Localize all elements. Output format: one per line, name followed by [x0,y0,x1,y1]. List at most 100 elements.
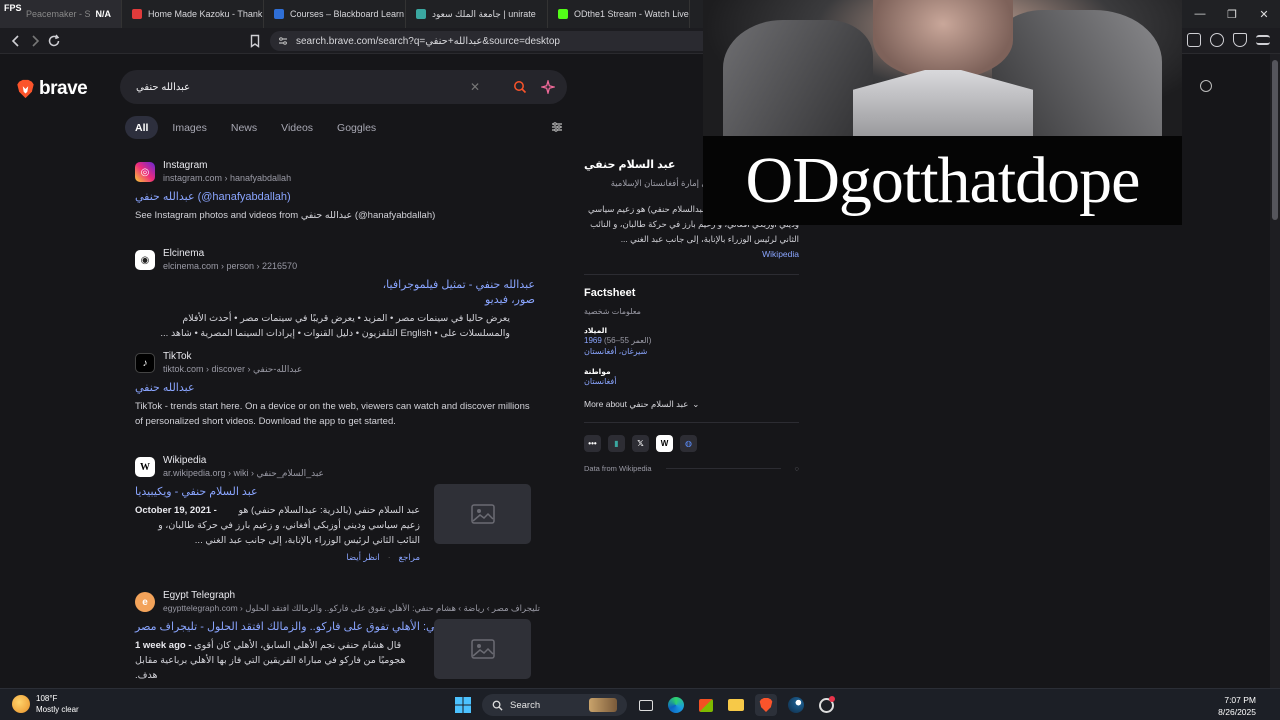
bookmark-icon[interactable] [247,33,263,49]
unirate-icon [416,9,426,19]
tab-images[interactable]: Images [162,116,216,139]
result-thumbnail[interactable] [434,484,531,544]
result-snippet: See Instagram photos and videos from عبد… [135,210,436,221]
brave-lion-icon [17,79,34,99]
store-icon[interactable] [695,694,717,716]
edge-icon[interactable] [665,694,687,716]
divider [584,274,799,275]
result-url[interactable]: instagram.com › hanafyabdallah [163,172,291,184]
back-icon[interactable] [8,33,24,49]
wallet-icon[interactable] [1187,33,1201,47]
tab-goggles[interactable]: Goggles [327,116,386,139]
wikipedia-link-icon[interactable]: W [656,435,673,452]
tab-videos[interactable]: Videos [271,116,323,139]
sublink-references[interactable]: مراجع [399,552,420,563]
tab-label: Home Made Kazoku - Thank Yo [148,9,264,19]
clock-time: 7:07 PM [1224,695,1256,705]
search-icon[interactable] [513,80,527,94]
system-clock[interactable]: 7:07 PM 8/26/2025 [1218,694,1256,718]
image-placeholder-icon [470,639,495,659]
feedback-icon[interactable]: ◌ [795,464,799,473]
clock-date: 8/26/2025 [1218,707,1256,717]
fps-label: FPS [4,3,22,13]
brave-taskbar-icon[interactable] [755,694,777,716]
kp-nationality-value[interactable]: أفغانستان [584,376,799,387]
result-url[interactable]: ar.wikipedia.org › wiki › عبد_السلام_حنف… [163,467,324,479]
result-snippet: October 19, 2021 - عبد السلام حنفي (بالدر… [135,505,420,546]
kp-more-about-button[interactable]: More about عبد السلام حنفي ⌄ [584,399,799,410]
steam-icon[interactable] [785,694,807,716]
reload-icon[interactable] [46,33,62,49]
discord-overlay-icon[interactable] [815,694,837,716]
tab-news[interactable]: News [221,116,267,139]
leo-icon[interactable] [1210,33,1224,47]
weather-widget[interactable]: 108°F Mostly clear [12,693,79,715]
blackboard-icon [274,9,284,19]
search-box[interactable]: ✕ [120,70,567,104]
forward-icon[interactable] [27,33,43,49]
elcinema-icon: ◉ [135,250,155,270]
windows-start-icon[interactable] [452,694,474,716]
search-highlight-icon [589,698,617,712]
wikipedia-icon: W [135,457,155,477]
kp-data-source: Data from Wikipedia [584,464,652,473]
kick-icon [558,9,568,19]
image-placeholder-icon [470,504,495,524]
url-text: search.brave.com/search?q=عبدالله+حنفي&s… [296,35,560,47]
website-globe-icon[interactable]: ◍ [680,435,697,452]
imdb-icon[interactable]: ••• [584,435,601,452]
tab-blackboard[interactable]: Courses – Blackboard Learn [264,0,406,28]
ai-assistant-icon[interactable] [541,80,555,94]
close-icon[interactable]: ✕ [1248,0,1280,28]
result-title-link[interactable]: عبد السلام حنفي - ويكيبيديا [135,485,420,500]
search-input[interactable] [136,81,456,93]
brave-wordmark: brave [39,78,88,99]
x-twitter-icon[interactable]: 𝕏 [632,435,649,452]
result-title-link[interactable]: عبدالله حنفي (@hanafyabdallah) [135,190,535,205]
result-snippet: 1 week ago - قال هشام حنفي نجم الأهلي ال… [135,640,406,681]
page-scrollbar[interactable] [1270,54,1280,688]
tab-all[interactable]: All [125,116,159,139]
weather-temp: 108°F [36,694,58,703]
tab-label: Peacemaker - S1 · E3 [26,9,90,19]
kp-born-place[interactable]: شيرغان، أفغانستان [584,346,799,357]
weather-icon [12,695,30,713]
result-sublinks: مراجع · انظر أيضا [346,552,420,563]
shield-icon[interactable] [1233,33,1247,47]
result-tiktok: ♪ TikTok tiktok.com › discover › عبدالله… [135,351,535,429]
taskbar-search-label: Search [510,699,541,711]
maximize-icon[interactable]: ❐ [1216,0,1248,28]
kp-section-label: معلومات شخصية [584,307,641,316]
tab-home-made-kazoku[interactable]: Home Made Kazoku - Thank Yo [122,0,264,28]
tab-kick-stream[interactable]: ODthe1 Stream - Watch Live o [548,0,690,28]
site-settings-icon[interactable] [277,35,289,47]
result-title-link[interactable]: عبدالله حنفي - تمثيل فيلموجرافيا، صور، ف… [135,278,535,308]
tab-label: جامعة الملك سعود | unirate [432,8,536,19]
sublink-see-also[interactable]: انظر أيضا [346,552,379,563]
result-site: Egypt Telegraph [163,590,236,601]
taskbar-apps: Search [452,694,837,716]
result-title-link[interactable]: عبدالله حنفي [135,381,535,396]
result-thumbnail[interactable] [434,619,531,679]
search-icon [492,700,503,711]
kp-wikipedia-link[interactable]: Wikipedia [762,249,799,259]
taskbar-search[interactable]: Search [482,694,627,716]
weather-condition: Mostly clear [36,705,79,714]
file-explorer-icon[interactable] [725,694,747,716]
kp-social-links: ••• ▮ 𝕏 W ◍ [584,435,799,452]
result-url[interactable]: egypttelegraph.com › تليجراف مصر › رياضة… [163,602,540,614]
wikidata-icon[interactable]: ▮ [608,435,625,452]
clear-icon[interactable]: ✕ [470,80,480,94]
tab-label: ODthe1 Stream - Watch Live o [574,9,690,19]
overlay-caption: ODgotthatdope [703,136,1182,225]
minimize-icon[interactable]: — [1184,0,1216,28]
menu-icon[interactable] [1256,35,1270,45]
task-view-icon[interactable] [635,694,657,716]
result-instagram: ◎ Instagram instagram.com › hanafyabdall… [135,160,535,223]
result-url[interactable]: elcinema.com › person › 2216570 [163,260,297,272]
settings-gear-icon[interactable] [1200,80,1212,92]
brave-logo[interactable]: brave [16,78,88,100]
filter-icon[interactable] [551,121,563,133]
result-url[interactable]: tiktok.com › discover › عبدالله-حنفي [163,363,302,375]
tab-unirate[interactable]: جامعة الملك سعود | unirate [406,0,548,28]
